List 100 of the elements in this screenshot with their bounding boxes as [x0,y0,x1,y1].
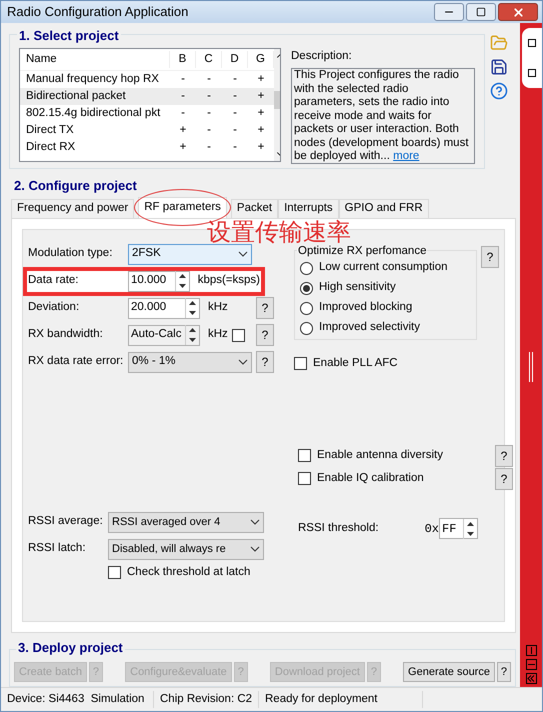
table-cell-text: + [256,106,266,121]
field-label: Data rate: [28,273,80,288]
more-link[interactable]: more [393,150,420,162]
help-button[interactable]: ? [495,468,513,490]
dropdown[interactable]: 2FSK [128,244,252,264]
action-button[interactable]: Generate source [403,662,495,682]
table-cell-text: - [180,88,186,104]
section-title: 2. Configure project [14,177,138,195]
help-button[interactable]: ? [256,297,274,319]
table-cell-text: + [256,122,266,138]
status-text: Device: Si4463 Simulation [1,690,154,708]
checkbox-label: Enable IQ calibration [317,470,424,486]
field-label: RSSI threshold: [298,520,380,536]
dropdown[interactable]: RSSI averaged over 4 [108,512,264,532]
close-icon [512,6,524,18]
caret-icon [250,546,260,552]
description-label: Description: [291,49,353,64]
table-cell-text: Direct TX [25,122,75,138]
spin-arrows-icon[interactable] [185,298,199,318]
table-cell-text: - [206,88,212,104]
radio-label: Low current consumption [319,260,448,276]
section-title: 3. Deploy project [16,640,125,656]
tab[interactable]: Frequency and power [11,198,134,218]
field-label: RSSI latch: [28,541,87,556]
open-folder-icon [490,34,508,52]
save-icon [490,58,508,76]
close-button[interactable] [498,3,538,21]
table-cell-text: + [256,88,266,104]
tab[interactable]: GPIO and FRR [338,198,429,218]
caret-icon [250,519,260,525]
radio-label: Improved selectivity [319,320,420,336]
caret-icon [238,251,248,257]
table-cell-text: 802.15.4g bidirectional pkt [25,106,162,121]
splitter-grip-icon[interactable] [529,352,533,382]
spin-field[interactable]: FF [439,518,478,539]
field-label: RX bandwidth: [28,327,104,342]
maximize-button[interactable] [466,3,496,21]
maximize-icon [476,7,486,17]
table-cell-text: - [206,122,212,138]
spin-field[interactable]: 10.000 [128,270,190,292]
checkbox[interactable] [294,356,307,370]
spin-arrows-icon[interactable] [463,518,477,538]
field-label: RX data rate error: [28,354,124,370]
checkbox[interactable] [298,449,311,462]
annotation-text: 设置传输速率 [207,218,351,246]
field-label: Modulation type: [28,246,114,262]
unit-label: kHz [208,327,228,342]
status-text: Ready for deployment [259,690,423,708]
tab[interactable]: Packet [230,198,278,218]
help-icon [490,82,508,100]
radio-button[interactable] [300,262,313,274]
field-label: Deviation: [28,300,80,316]
spin-arrows-icon[interactable] [174,271,189,291]
table-cell-text: + [256,140,266,155]
table-cell-text: + [178,122,188,138]
checkbox[interactable] [298,472,311,485]
table-cell-text: Bidirectional packet [25,88,127,104]
table-cell-text: - [232,72,238,87]
column-header[interactable]: D [222,50,248,68]
table-cell-text: - [232,140,238,155]
table-cell-text: - [180,106,186,121]
checkbox-label: Enable PLL AFC [313,356,398,370]
column-header[interactable]: B [170,50,196,68]
radio-button[interactable] [300,302,313,314]
dropdown[interactable]: Disabled, will always re [108,538,264,560]
side-tab[interactable] [522,28,542,88]
radio-button[interactable] [300,282,313,294]
table-cell-text: + [178,140,188,155]
table-cell-text: - [206,140,212,155]
dropdown[interactable]: 0% - 1% [128,352,252,372]
tab[interactable]: RF parameters [138,196,227,218]
table-cell-text: - [180,72,186,87]
help-button[interactable]: ? [495,444,513,466]
radio-button[interactable] [300,322,313,334]
caret-icon [238,359,248,365]
help-button[interactable]: ? [481,246,499,268]
spin-field[interactable]: 20.000 [128,298,200,318]
table-cell-text: - [232,122,238,138]
column-header[interactable]: C [196,50,222,68]
table-cell-text: + [256,72,266,87]
window-title: Radio Configuration Application [7,3,190,22]
collapse-icon[interactable] [526,673,536,684]
help-button[interactable]: ? [496,662,511,682]
minimize-panel-icon[interactable] [526,659,536,670]
help-button[interactable]: ? [256,351,274,373]
checkbox-label: Enable antenna diversity [317,448,443,463]
tab[interactable]: Interrupts [278,198,339,218]
unit-label: kbps(=ksps) [198,273,260,288]
radio-label: High sensitivity [319,280,396,296]
unit-label: kHz [208,300,228,316]
table-cell-text: Manual frequency hop RX [25,72,160,87]
table-cell-text: - [206,106,212,121]
column-header[interactable]: Name [20,50,170,68]
status-text: Chip Revision: C2 [154,690,259,708]
pin-icon[interactable] [526,645,536,656]
checkbox[interactable] [108,566,121,579]
checkbox-label: Check threshold at latch [127,564,250,580]
table-cell-text: - [206,72,212,87]
table-row[interactable]: Bidirectional packet - - - + [20,88,274,105]
description-box: This Project configures the radio with the selected radio parameters, sets the radio into receive mode and waits for packets or user interaction. Both nodes (development boards) must be deployed with... more [291,68,475,164]
